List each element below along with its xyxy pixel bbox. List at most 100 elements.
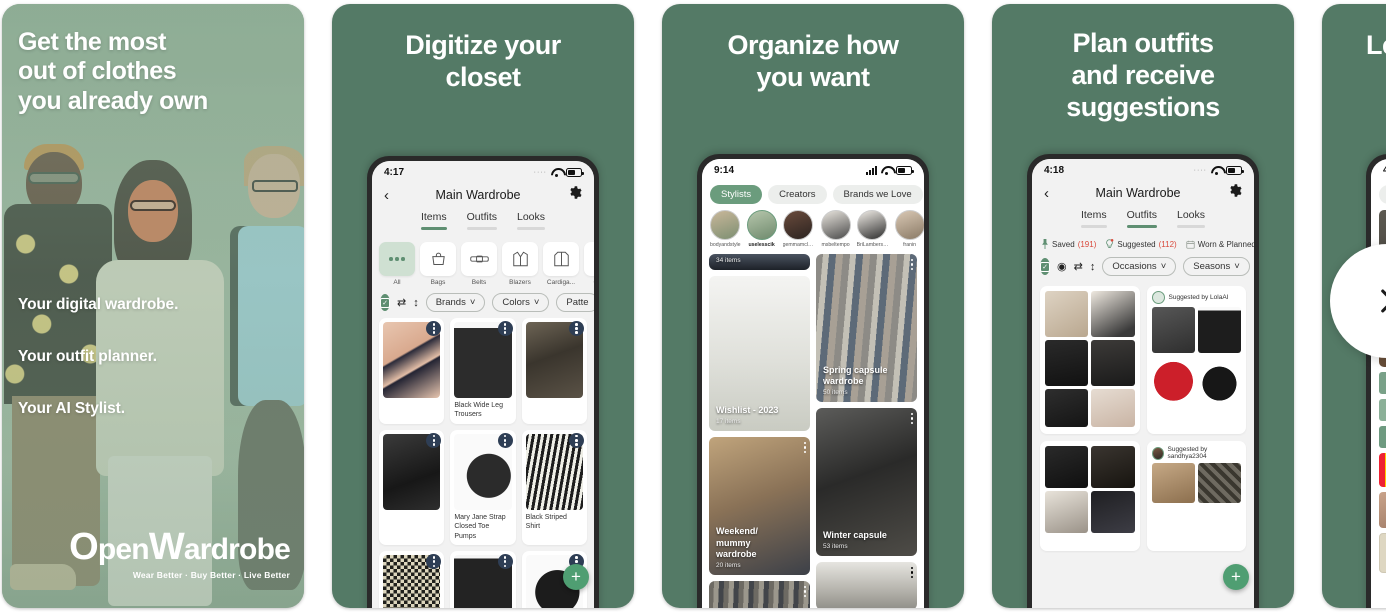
outfit-piece — [1197, 356, 1241, 402]
tab-looks[interactable]: Looks — [516, 211, 546, 234]
filter-chip-patterns[interactable]: Patte — [556, 293, 594, 312]
item-card[interactable] — [379, 551, 445, 608]
chip-creators[interactable]: Creators — [768, 185, 827, 204]
next-slide-button[interactable] — [1330, 244, 1386, 358]
chip-all[interactable]: All — [1379, 185, 1386, 204]
segment-worn-planned[interactable]: Worn & Planned — [1186, 240, 1254, 249]
item-card[interactable]: Black Striped Shirt — [521, 429, 587, 546]
select-all-checkbox-icon[interactable]: ✓ — [380, 294, 390, 311]
avatar-msbeltempo[interactable]: msbeltempo — [820, 210, 851, 248]
avatar-franin[interactable]: franin — [894, 210, 924, 248]
collection-card[interactable] — [816, 562, 917, 608]
collection-items: 34 items — [716, 257, 741, 264]
collection-menu-icon[interactable] — [910, 259, 913, 271]
status-indicators: ···· — [1194, 166, 1244, 175]
tab-items[interactable]: Items — [1080, 209, 1107, 232]
outfit-card[interactable]: Suggested by LolaAI — [1146, 286, 1246, 434]
items-grid: Black Wide Leg Trousers Mary Jane Strap … — [372, 318, 594, 608]
item-card[interactable] — [379, 318, 445, 424]
collection-menu-icon[interactable] — [803, 442, 806, 454]
back-button[interactable]: ‹ — [1044, 186, 1049, 201]
hero-bullet-2: Your outfit planner. — [18, 348, 157, 365]
back-button[interactable]: ‹ — [384, 188, 389, 203]
tab-outfits[interactable]: Outfits — [466, 211, 497, 234]
collection-card[interactable]: Wishlist - 2023 17 items — [709, 276, 810, 431]
item-menu-icon[interactable] — [569, 321, 584, 336]
sort-icon[interactable]: ↕ — [413, 297, 419, 309]
category-all[interactable]: All — [379, 242, 415, 286]
item-card[interactable] — [379, 429, 445, 546]
color-palette-card[interactable] — [1379, 453, 1386, 487]
category-blazers[interactable]: Blazers — [502, 242, 538, 286]
chip-stylists[interactable]: Stylists — [710, 185, 763, 204]
color-swatch-card[interactable] — [1379, 372, 1386, 394]
shuffle-icon[interactable]: ⇄ — [1074, 260, 1083, 273]
collection-card[interactable]: Winter capsule 53 items — [816, 408, 917, 556]
shuffle-icon[interactable]: ⇄ — [397, 296, 406, 309]
color-swatch-card[interactable] — [1379, 426, 1386, 448]
item-menu-icon[interactable] — [569, 432, 584, 448]
item-menu-icon[interactable] — [497, 432, 513, 448]
add-item-fab[interactable]: + — [563, 564, 589, 590]
category-coats[interactable]: Coats — [584, 242, 594, 286]
collection-overlay: Wishlist - 2023 17 items — [716, 405, 792, 425]
radio-select-icon[interactable]: ◉ — [1057, 260, 1067, 273]
collection-menu-icon[interactable] — [803, 586, 806, 598]
category-belts[interactable]: Belts — [461, 242, 497, 286]
sort-icon[interactable]: ↕ — [1090, 261, 1096, 273]
learn-card[interactable] — [1379, 533, 1386, 573]
outfit-thumbnails — [1151, 307, 1241, 402]
tab-looks[interactable]: Looks — [1176, 209, 1206, 232]
settings-gear-icon[interactable] — [1227, 183, 1242, 203]
category-row[interactable]: All Bags Belts Blazers Cardiga... — [372, 236, 594, 288]
collection-card[interactable]: Spring capsule wardrobe 50 items — [816, 254, 917, 402]
filter-chip-colors[interactable]: Colors ˅ — [492, 293, 550, 312]
tab-outfits[interactable]: Outfits — [1126, 209, 1157, 232]
select-all-checkbox-icon[interactable]: ✓ — [1040, 258, 1050, 275]
tab-items[interactable]: Items — [420, 211, 447, 234]
segment-saved[interactable]: Saved (191) — [1041, 239, 1096, 249]
avatar-uselesscik[interactable]: uselesscik — [746, 210, 777, 248]
outfit-card[interactable] — [1040, 286, 1140, 434]
color-swatch-card[interactable] — [1379, 399, 1386, 421]
filter-chip-brands[interactable]: Brands ˅ — [425, 293, 486, 312]
item-menu-icon[interactable] — [497, 554, 513, 570]
item-menu-icon[interactable] — [497, 321, 513, 336]
avatar-name: uselesscik — [748, 242, 775, 248]
learn-card[interactable] — [1379, 492, 1386, 528]
outfit-card[interactable] — [1040, 441, 1140, 551]
status-bar: 9:14 — [702, 159, 924, 179]
chip-brands-we-love[interactable]: Brands we Love — [832, 185, 923, 204]
battery-icon — [896, 166, 914, 175]
item-card[interactable]: Mary Jane Strap Closed Toe Pumps — [450, 429, 516, 546]
item-caption: Black Wide Leg Trousers — [454, 402, 503, 419]
segment-suggested[interactable]: Suggested (112) — [1105, 239, 1177, 249]
panel-organize: Organize how you want 9:14 Stylists Crea… — [662, 4, 964, 608]
hero-headline-line-3: you already own — [18, 86, 208, 115]
category-cardigans[interactable]: Cardiga... — [543, 242, 579, 286]
collection-menu-icon[interactable] — [910, 413, 913, 425]
avatar-brilamberson[interactable]: BriLamberson — [856, 210, 889, 248]
settings-gear-icon[interactable] — [567, 185, 582, 205]
category-bags[interactable]: Bags — [420, 242, 456, 286]
collection-card[interactable]: 34 items — [709, 254, 810, 270]
outfit-thumbnails — [1151, 463, 1241, 503]
collection-card[interactable]: Weekend/ mummy wardrobe 20 items — [709, 437, 810, 575]
avatar-bodyandstyle[interactable]: bodyandstyle — [710, 210, 741, 248]
coat-icon — [584, 242, 594, 276]
collection-card[interactable] — [709, 581, 810, 608]
calendar-icon — [1186, 240, 1195, 249]
collection-overlay: 34 items — [716, 255, 792, 264]
filter-chip-seasons[interactable]: Seasons ˅ — [1183, 257, 1250, 276]
item-card[interactable] — [521, 318, 587, 424]
filter-chip-occasions[interactable]: Occasions ˅ — [1102, 257, 1177, 276]
item-card[interactable] — [450, 551, 516, 608]
add-outfit-fab[interactable]: + — [1223, 564, 1249, 590]
phone-screen: 4:18 ···· ‹ Main Wardrobe Items Outfits … — [1032, 159, 1254, 608]
item-card[interactable]: Black Wide Leg Trousers — [450, 318, 516, 424]
avatar-gemmamclean[interactable]: gemmamclean — [782, 210, 815, 248]
suggested-by-row: Suggested by sandhya2304 — [1151, 446, 1242, 460]
collections-column-left: 34 items Wishlist - 2023 17 items Weeken… — [709, 254, 810, 608]
outfit-card[interactable]: Suggested by sandhya2304 — [1146, 441, 1246, 551]
collection-menu-icon[interactable] — [910, 567, 913, 579]
